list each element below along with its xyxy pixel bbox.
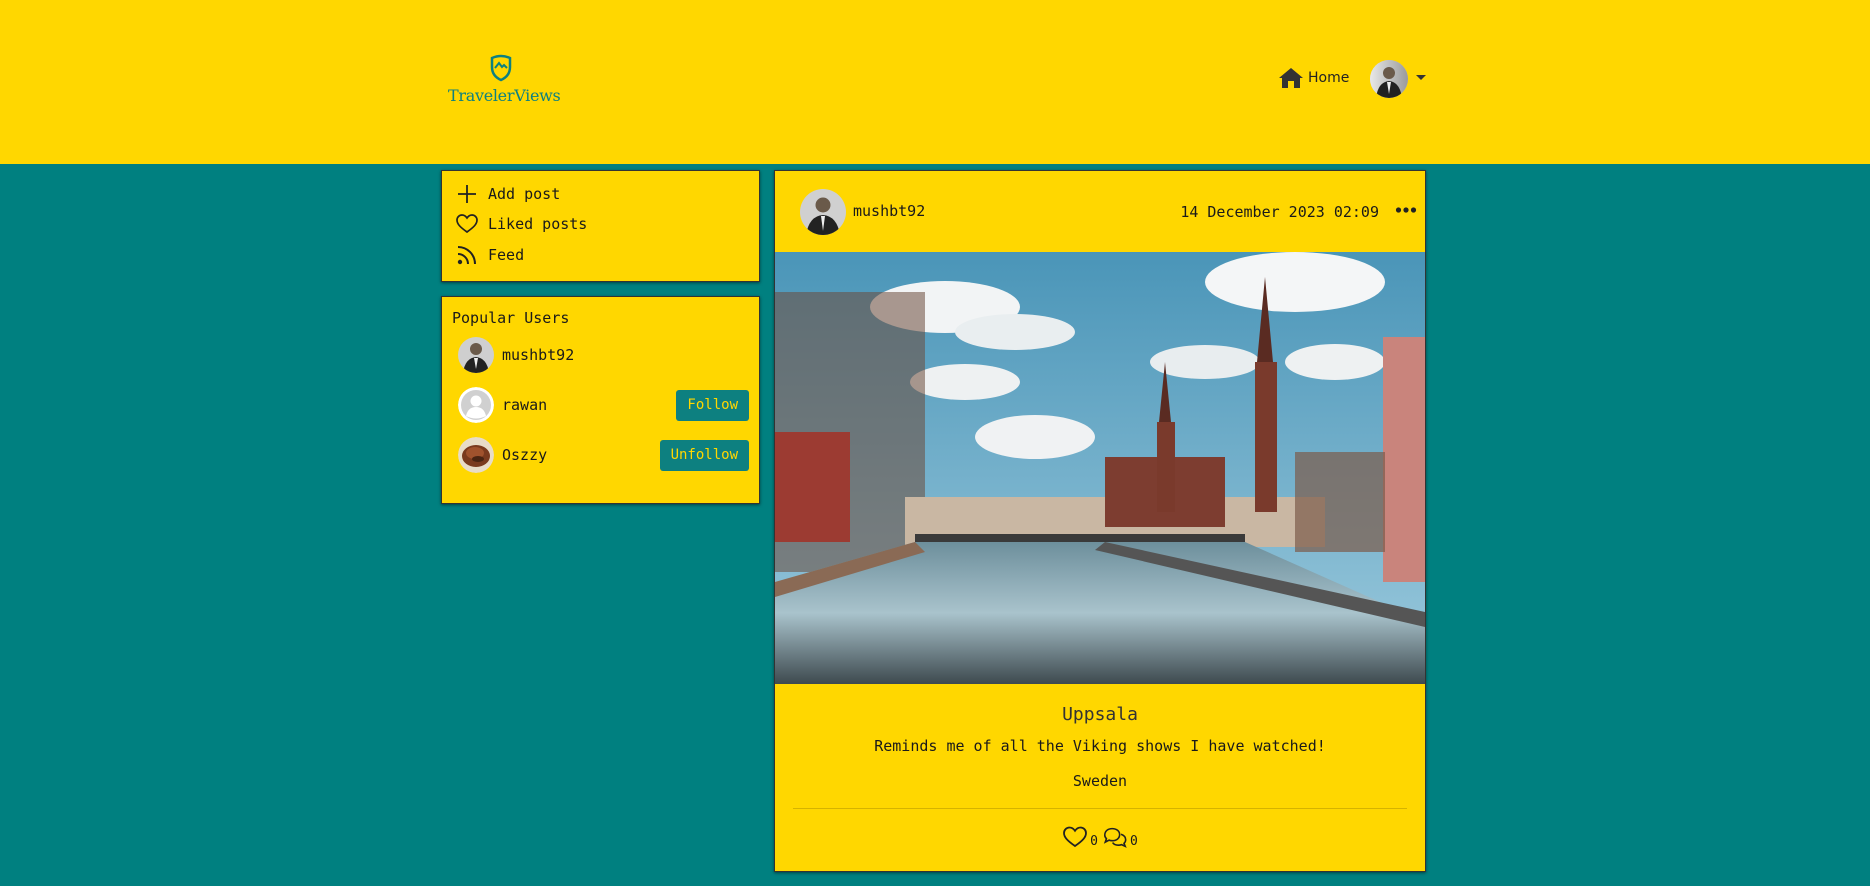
avatar-image — [800, 189, 846, 235]
unfollow-button[interactable]: Unfollow — [659, 439, 749, 471]
post-timestamp: 14 December 2023 02:09 — [1180, 203, 1379, 221]
menu-liked-posts[interactable]: Liked posts — [456, 213, 587, 235]
menu-item-label: Liked posts — [488, 215, 588, 233]
nav-home-label: Home — [1308, 70, 1350, 86]
post-header: mushbt92 14 December 2023 02:09 — [775, 171, 1425, 251]
menu-feed[interactable]: Feed — [456, 244, 524, 266]
avatar[interactable] — [458, 437, 494, 473]
popular-user-row: Oszzy Unfollow — [458, 437, 749, 473]
post-actions: 0 0 — [775, 825, 1425, 849]
popular-user-row: mushbt92 — [458, 337, 749, 373]
popular-user-name[interactable]: rawan — [502, 396, 676, 414]
user-menu-avatar[interactable] — [1370, 60, 1408, 98]
avatar-image — [458, 337, 494, 373]
avatar-image — [458, 437, 494, 473]
post-author-avatar[interactable] — [800, 189, 846, 235]
comment-count: 0 — [1130, 834, 1138, 849]
like-count: 0 — [1090, 834, 1098, 849]
avatar[interactable] — [458, 337, 494, 373]
nav-home-link[interactable]: Home — [1278, 66, 1349, 90]
brand-name: TravelerViews — [448, 86, 561, 105]
plus-icon — [458, 185, 476, 203]
heart-icon — [456, 214, 478, 234]
menu-item-label: Feed — [488, 246, 525, 264]
heart-icon — [1063, 826, 1088, 848]
post-description: Reminds me of all the Viking shows I hav… — [874, 737, 1326, 755]
post-photo — [775, 252, 1425, 684]
top-navbar: TravelerViews Home — [0, 0, 1870, 164]
side-menu: Add post Liked posts Feed — [441, 170, 760, 282]
default-avatar-icon — [458, 387, 494, 423]
follow-button[interactable]: Follow — [676, 389, 749, 421]
more-options-icon[interactable] — [1395, 205, 1417, 215]
rss-icon — [457, 246, 476, 265]
post-card: mushbt92 14 December 2023 02:09 Uppsala … — [774, 170, 1426, 872]
popular-users-panel: Popular Users mushbt92 rawan Follow Oszz… — [441, 296, 760, 504]
home-icon — [1279, 68, 1303, 88]
comments-icon — [1103, 827, 1127, 848]
popular-users-title: Popular Users — [452, 309, 570, 327]
divider — [793, 808, 1407, 809]
popular-user-name[interactable]: mushbt92 — [502, 346, 749, 364]
comment-button[interactable]: 0 — [1102, 825, 1138, 849]
post-title: Uppsala — [1062, 704, 1138, 725]
menu-item-label: Add post — [488, 185, 561, 203]
popular-user-name[interactable]: Oszzy — [502, 446, 660, 464]
popular-user-row: rawan Follow — [458, 387, 749, 423]
menu-add-post[interactable]: Add post — [456, 183, 560, 205]
avatar-image — [1370, 60, 1408, 98]
brand-logo[interactable]: TravelerViews — [448, 54, 561, 105]
avatar[interactable] — [458, 387, 494, 423]
post-author-name[interactable]: mushbt92 — [853, 202, 925, 220]
like-button[interactable]: 0 — [1062, 825, 1098, 849]
mountain-shield-icon — [490, 54, 512, 82]
post-country: Sweden — [1072, 772, 1128, 790]
chevron-down-icon[interactable] — [1416, 75, 1426, 80]
